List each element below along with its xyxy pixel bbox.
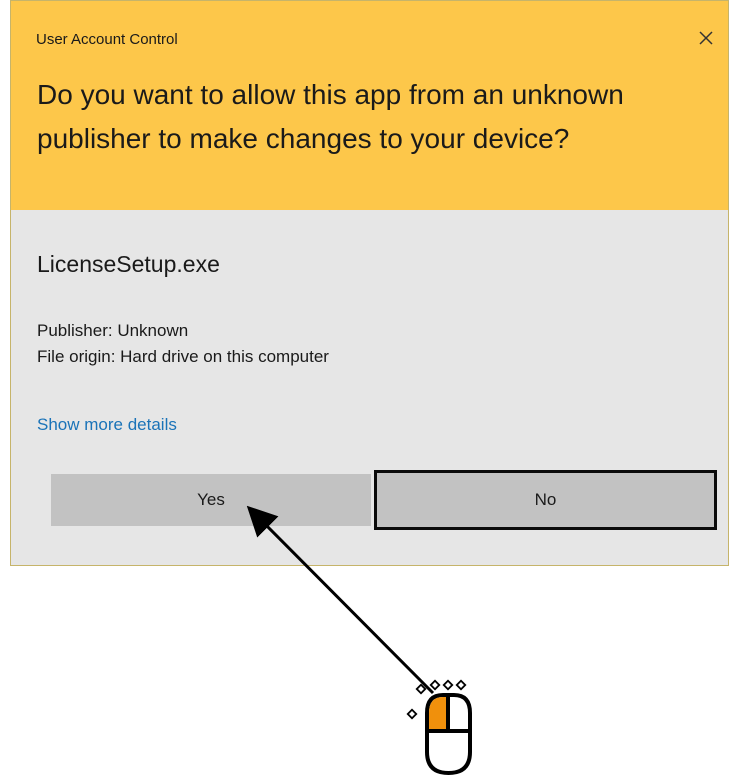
mouse-left-click-icon [406, 679, 472, 776]
app-details: Publisher: Unknown File origin: Hard dri… [37, 318, 329, 370]
no-button[interactable]: No [374, 470, 717, 530]
app-name: LicenseSetup.exe [37, 251, 220, 277]
file-origin-line: File origin: Hard drive on this computer [37, 347, 329, 366]
dialog-title: User Account Control [36, 31, 178, 48]
uac-dialog: User Account Control Do you want to allo… [10, 0, 729, 566]
close-icon [699, 31, 713, 45]
close-button[interactable] [695, 27, 717, 49]
yes-button[interactable]: Yes [51, 474, 371, 526]
uac-header: User Account Control Do you want to allo… [11, 1, 728, 210]
dialog-question: Do you want to allow this app from an un… [37, 79, 624, 154]
screen: User Account Control Do you want to allo… [0, 0, 729, 779]
show-more-details-link[interactable]: Show more details [37, 415, 177, 435]
publisher-line: Publisher: Unknown [37, 321, 189, 340]
